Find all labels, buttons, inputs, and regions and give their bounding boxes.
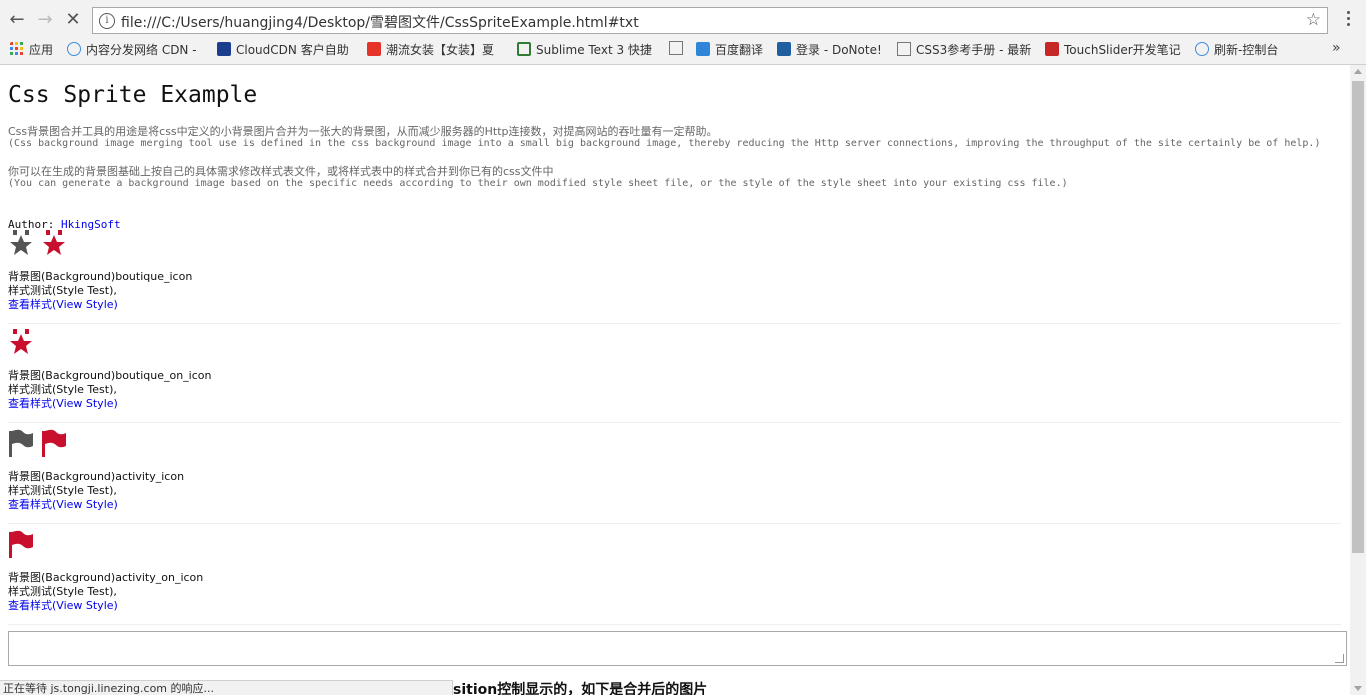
bookmarks-bar: 应用 内容分发网络 CDN - CloudCDN 客户自助 潮流女装【女装】夏 … bbox=[0, 38, 1366, 62]
bookmark-fashion[interactable]: 潮流女装【女装】夏 bbox=[367, 41, 505, 59]
boutique-on-red-icon bbox=[10, 329, 32, 354]
view-style-link[interactable]: 查看样式(View Style) bbox=[8, 599, 118, 612]
cloud-icon bbox=[1195, 42, 1209, 56]
boutique-gray-icon bbox=[10, 230, 32, 255]
background-label: 背景图(Background)boutique_on_icon bbox=[8, 369, 212, 382]
vertical-scrollbar[interactable] bbox=[1350, 65, 1366, 695]
background-label: 背景图(Background)activity_on_icon bbox=[8, 571, 204, 584]
sprite-item: 背景图(Background)boutique_on_icon 样式测试(Sty… bbox=[8, 329, 1341, 423]
description-en-2: (You can generate a background image bas… bbox=[8, 178, 1068, 189]
background-label: 背景图(Background)activity_icon bbox=[8, 470, 185, 483]
stop-loading-button[interactable]: ✕ bbox=[62, 9, 84, 31]
star-icon[interactable]: ☆ bbox=[1306, 10, 1321, 30]
page-icon bbox=[669, 41, 683, 55]
activity-on-red-flag-icon bbox=[9, 530, 33, 558]
background-label: 背景图(Background)boutique_icon bbox=[8, 270, 193, 283]
status-bubble: 正在等待 js.tongji.linezing.com 的响应... bbox=[0, 680, 453, 695]
url-text[interactable]: file:///C:/Users/huangjing4/Desktop/雪碧图文… bbox=[121, 12, 639, 32]
bookmark-console[interactable]: 刷新-控制台 bbox=[1195, 41, 1295, 59]
info-icon[interactable]: i bbox=[99, 13, 115, 29]
address-bar[interactable]: i file:///C:/Users/huangjing4/Desktop/雪碧… bbox=[92, 7, 1328, 34]
bookmark-apps[interactable]: 应用 bbox=[10, 41, 60, 59]
style-test-label: 样式测试(Style Test), bbox=[8, 585, 117, 598]
forward-button[interactable]: → bbox=[34, 9, 56, 31]
sublime-icon bbox=[517, 42, 531, 56]
bookmark-sublime[interactable]: Sublime Text 3 快捷 bbox=[517, 41, 657, 59]
style-test-label: 样式测试(Style Test), bbox=[8, 284, 117, 297]
translate-icon bbox=[696, 42, 710, 56]
description-en-1: (Css background image merging tool use i… bbox=[8, 138, 1321, 149]
scrollbar-thumb[interactable] bbox=[1352, 81, 1364, 553]
activity-gray-flag-icon bbox=[9, 429, 33, 457]
resize-grip-icon[interactable] bbox=[1335, 654, 1344, 663]
section-heading-partial: sition控制显示的，如下是合并后的图片 bbox=[453, 682, 708, 695]
style-test-label: 样式测试(Style Test), bbox=[8, 484, 117, 497]
activity-red-flag-icon bbox=[42, 429, 66, 457]
bookmark-baidu-translate[interactable]: 百度翻译 bbox=[696, 41, 768, 59]
back-button[interactable]: ← bbox=[6, 9, 28, 31]
view-style-link[interactable]: 查看样式(View Style) bbox=[8, 498, 118, 511]
browser-toolbar: ← → ✕ i file:///C:/Users/huangjing4/Desk… bbox=[0, 0, 1366, 65]
sprite-item: 背景图(Background)boutique_icon 样式测试(Style … bbox=[8, 230, 1341, 324]
bookmark-page[interactable] bbox=[669, 41, 683, 59]
description-zh-1: Css背景图合并工具的用途是将css中定义的小背景图片合并为一张大的背景图，从而… bbox=[8, 125, 718, 138]
bookmark-cloudcdn[interactable]: CloudCDN 客户自助 bbox=[217, 41, 357, 59]
view-style-link[interactable]: 查看样式(View Style) bbox=[8, 298, 118, 311]
donote-icon bbox=[777, 42, 791, 56]
scroll-down-icon[interactable] bbox=[1354, 686, 1362, 691]
bookmark-donote[interactable]: 登录 - DoNote! bbox=[777, 41, 887, 59]
sprite-item: 背景图(Background)activity_icon 样式测试(Style … bbox=[8, 429, 1341, 524]
description-zh-2: 你可以在生成的背景图基础上按自己的具体需求修改样式表文件，或将样式表中的样式合并… bbox=[8, 165, 554, 178]
bookmark-css3[interactable]: CSS3参考手册 - 最新 bbox=[897, 41, 1033, 59]
page-title: Css Sprite Example bbox=[8, 82, 258, 108]
page-content: Css Sprite Example Css背景图合并工具的用途是将css中定义… bbox=[0, 65, 1350, 695]
style-textarea[interactable] bbox=[8, 631, 1347, 666]
c-logo-icon bbox=[1045, 42, 1059, 56]
bookmark-touchslider[interactable]: TouchSlider开发笔记 bbox=[1045, 41, 1183, 59]
bookmark-cdn[interactable]: 内容分发网络 CDN - bbox=[67, 41, 205, 59]
scroll-up-icon[interactable] bbox=[1354, 69, 1362, 74]
you-logo-icon bbox=[367, 42, 381, 56]
page-icon bbox=[897, 42, 911, 56]
view-style-link[interactable]: 查看样式(View Style) bbox=[8, 397, 118, 410]
menu-icon[interactable] bbox=[1338, 8, 1358, 30]
sprite-item: 背景图(Background)activity_on_icon 样式测试(Sty… bbox=[8, 530, 1341, 625]
style-test-label: 样式测试(Style Test), bbox=[8, 383, 117, 396]
apps-grid-icon bbox=[10, 42, 23, 55]
boutique-red-icon bbox=[43, 230, 65, 255]
cloud-icon bbox=[67, 42, 81, 56]
more-bookmarks-icon[interactable]: » bbox=[1332, 40, 1341, 56]
cloudcdn-logo-icon bbox=[217, 42, 231, 56]
